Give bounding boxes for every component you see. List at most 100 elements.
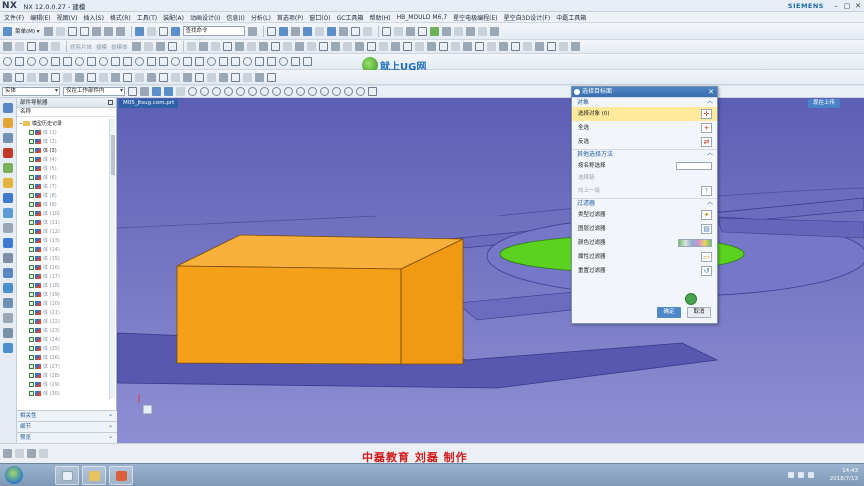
isolate-icon[interactable]: [255, 72, 264, 82]
attribute-filter-icon[interactable]: ▭: [701, 252, 712, 262]
split-body-icon[interactable]: [234, 42, 244, 51]
tree-item[interactable]: 体 (16): [17, 263, 109, 272]
wrap-curve-icon[interactable]: [279, 57, 288, 66]
menu-electrode[interactable]: 星空电极编程(E): [453, 13, 497, 22]
model-view[interactable]: [117, 98, 864, 443]
checkbox-icon[interactable]: [29, 364, 34, 369]
tree-item[interactable]: 体 (28): [17, 371, 109, 380]
extract-icon[interactable]: [378, 42, 388, 51]
offset-icon[interactable]: [51, 42, 60, 51]
measure-icon[interactable]: [441, 26, 451, 36]
command-search-input[interactable]: 查找命令: [182, 26, 245, 36]
menu-assembly[interactable]: 装配(A): [163, 13, 184, 22]
hide-icon[interactable]: [51, 72, 60, 82]
wireframe-icon[interactable]: [290, 26, 300, 36]
checkbox-icon[interactable]: [29, 274, 34, 279]
boss-icon[interactable]: [462, 42, 472, 51]
gear-icon[interactable]: [574, 89, 580, 95]
volume-icon[interactable]: [798, 472, 804, 478]
delete-icon[interactable]: [39, 72, 48, 82]
menu-info[interactable]: 信息(I): [226, 13, 244, 22]
blank-icon[interactable]: [75, 72, 84, 82]
section-curve-icon[interactable]: [267, 57, 276, 66]
web-browser-tab-icon[interactable]: [3, 178, 13, 188]
intersection-curve-icon[interactable]: [135, 57, 144, 66]
datum-csys-icon[interactable]: [111, 72, 120, 82]
redo-icon[interactable]: [79, 26, 89, 36]
mirror-icon[interactable]: [258, 42, 268, 51]
selection-icon[interactable]: [43, 26, 53, 36]
column-header-name[interactable]: 名称: [17, 108, 116, 117]
analysis-icon[interactable]: [453, 26, 463, 36]
rotate-icon[interactable]: [350, 26, 360, 36]
tree-item[interactable]: 体 (10): [17, 209, 109, 218]
translucency-icon[interactable]: [207, 72, 216, 82]
line-icon[interactable]: [15, 57, 24, 66]
undo-icon[interactable]: [67, 26, 77, 36]
checkbox-icon[interactable]: [29, 229, 34, 234]
file-tab[interactable]: M05_Jtsug.com.prt: [119, 99, 179, 108]
type-filter-dropdown[interactable]: 实体: [2, 87, 60, 96]
bounding-body-icon[interactable]: [390, 42, 400, 51]
checkbox-icon[interactable]: [29, 265, 34, 270]
offset-face-icon[interactable]: [306, 42, 316, 51]
checkbox-icon[interactable]: [29, 283, 34, 288]
tree-item[interactable]: 体 (8): [17, 191, 109, 200]
process-studio-tab-icon[interactable]: [3, 208, 13, 218]
dialog-title-bar[interactable]: 选择目标面 ✕: [572, 87, 717, 97]
zoom-icon[interactable]: [338, 26, 348, 36]
menu-insert[interactable]: 插入(S): [83, 13, 104, 22]
arc-icon[interactable]: [27, 57, 36, 66]
fit-view-icon[interactable]: [266, 26, 276, 36]
tree-item[interactable]: 体 (3): [17, 146, 109, 155]
tree-item[interactable]: 体 (7): [17, 182, 109, 191]
checkbox-icon[interactable]: [29, 157, 34, 162]
patch-icon[interactable]: [354, 42, 364, 51]
intersect-icon[interactable]: [210, 42, 220, 51]
tree-item[interactable]: 体 (22): [17, 317, 109, 326]
tube-icon[interactable]: [558, 42, 568, 51]
light-icon[interactable]: [314, 26, 324, 36]
layout-icon[interactable]: [158, 26, 168, 36]
select-all-row[interactable]: 全选 +: [572, 121, 717, 135]
attribute-filter-row[interactable]: 属性过滤器 ▭: [572, 250, 717, 264]
trim-curve-icon[interactable]: [171, 57, 180, 66]
cube-view-icon[interactable]: [134, 26, 144, 36]
tree-item[interactable]: 体 (24): [17, 335, 109, 344]
checkbox-icon[interactable]: [29, 184, 34, 189]
layer-filter-icon[interactable]: ▤: [701, 224, 712, 234]
cylinder-icon[interactable]: [522, 42, 532, 51]
tree-item[interactable]: 体 (18): [17, 281, 109, 290]
point-icon[interactable]: [3, 57, 12, 66]
checkbox-icon[interactable]: [29, 310, 34, 315]
unite-icon[interactable]: [186, 42, 196, 51]
synchronous-icon[interactable]: [402, 42, 412, 51]
by-name-row[interactable]: 按名称选择: [572, 159, 717, 173]
checkbox-icon[interactable]: [29, 238, 34, 243]
tool-library-tab-icon[interactable]: [3, 283, 13, 293]
menu-window[interactable]: 窗口(O): [309, 13, 330, 22]
section-filter[interactable]: 过滤器: [572, 198, 717, 208]
snap-arc-center-icon[interactable]: [344, 87, 353, 96]
chamfer-curve-icon[interactable]: [219, 57, 228, 66]
move-object-icon[interactable]: [15, 72, 24, 82]
menu-hb-mould[interactable]: HB_MOULD M6.7: [397, 14, 448, 21]
checkbox-icon[interactable]: [29, 139, 34, 144]
checkbox-icon[interactable]: [29, 382, 34, 387]
settings-tab-icon[interactable]: [3, 328, 13, 338]
pad-icon[interactable]: [486, 42, 496, 51]
tree-item[interactable]: 体 (30): [17, 389, 109, 398]
bridge-curve-icon[interactable]: [147, 57, 156, 66]
menu-icon[interactable]: [3, 26, 12, 36]
color-filter-row[interactable]: 颜色过滤器: [572, 236, 717, 250]
join-curve-icon[interactable]: [159, 57, 168, 66]
type-filter-row[interactable]: 类型过滤器 ✦: [572, 208, 717, 222]
invert-icon[interactable]: ⇄: [701, 137, 712, 147]
check-icon[interactable]: [429, 26, 439, 36]
measure-distance-icon[interactable]: [135, 72, 144, 82]
tree-root[interactable]: − 模型历史记录: [17, 119, 109, 128]
pane-preview[interactable]: 预览: [17, 432, 117, 443]
checkbox-icon[interactable]: [29, 337, 34, 342]
section-icon[interactable]: [326, 26, 336, 36]
checkbox-icon[interactable]: [29, 256, 34, 261]
